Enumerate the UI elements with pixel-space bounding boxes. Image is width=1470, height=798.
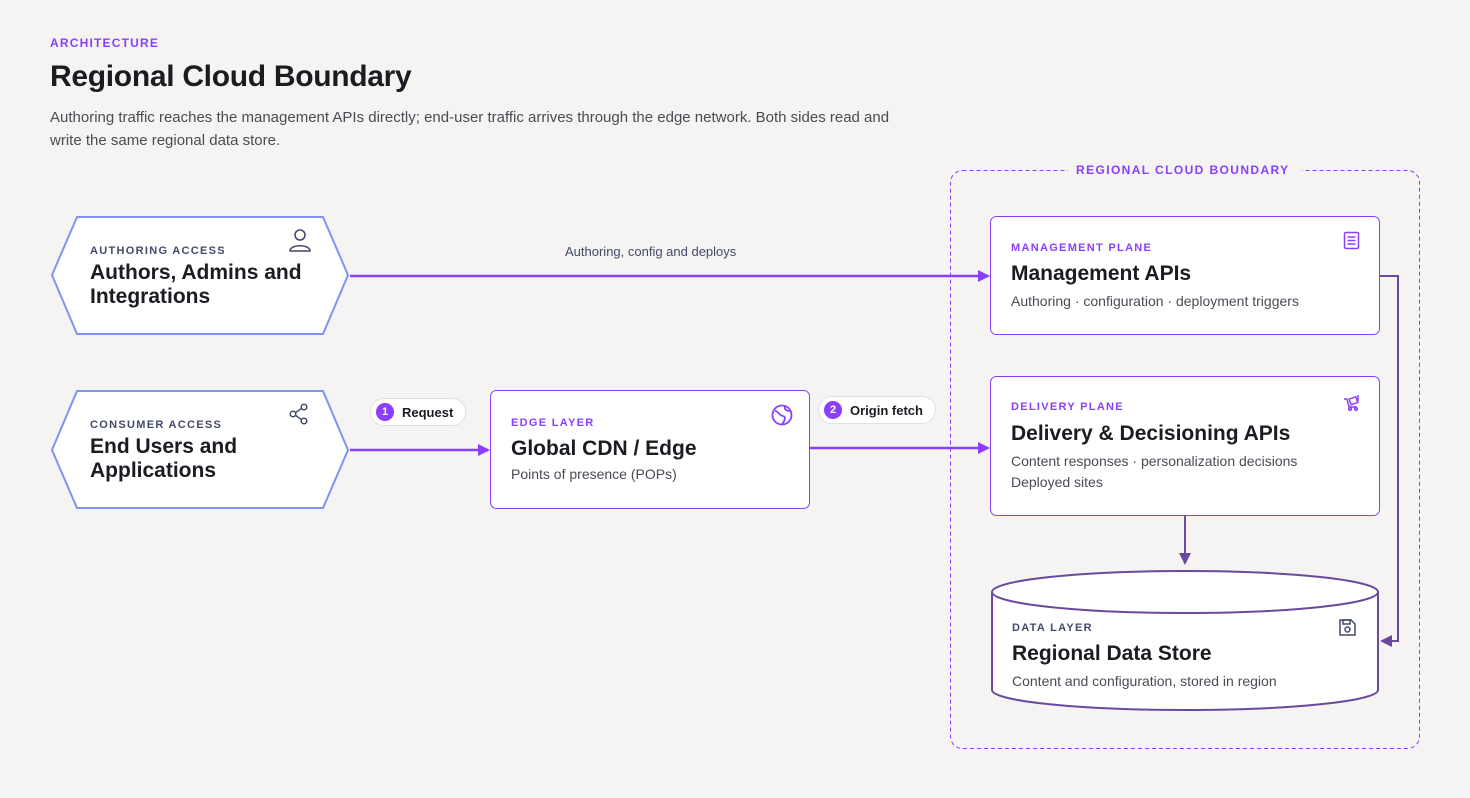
page-description: Authoring traffic reaches the management… [50,109,890,149]
authoring-edge-label: Authoring, config and deploys [565,244,737,259]
data-layer-label: DATA LAYER [1012,622,1093,634]
delivery-title: Delivery & Decisioning APIs [1011,422,1291,445]
authoring-title-line1: Authors, Admins and [90,261,302,284]
consumer-title-line2: Applications [90,459,217,482]
delivery-plane-label: DELIVERY PLANE [1011,401,1124,413]
consumer-access-label: CONSUMER ACCESS [90,419,223,431]
request-step-label: Request [402,404,454,420]
origin-fetch-step-number: 2 [824,401,842,419]
management-subtitle: Authoring · configuration · deployment t… [1011,293,1299,309]
request-step-pill: 1 Request [370,398,467,426]
edge-subtitle: Points of presence (POPs) [511,466,677,482]
authoring-access-label: AUTHORING ACCESS [90,245,226,257]
origin-fetch-step-label: Origin fetch [850,402,923,418]
origin-fetch-step-pill: 2 Origin fetch [818,396,936,424]
management-to-datastore-arrow [1380,275,1399,647]
delivery-node-shape[interactable] [990,376,1380,516]
management-title: Management APIs [1011,262,1192,285]
delivery-subtitle-line1: Content responses · personalization deci… [1011,453,1298,469]
authoring-title-line2: Integrations [90,285,211,308]
datastore-title: Regional Data Store [1012,642,1212,665]
delivery-subtitle-line2: Deployed sites [1011,474,1103,490]
boundary-label: REGIONAL CLOUD BOUNDARY [1076,163,1290,177]
consumer-title-line1: End Users and [90,435,238,458]
datastore-subtitle: Content and configuration, stored in reg… [1012,673,1277,689]
management-plane-label: MANAGEMENT PLANE [1011,242,1153,254]
edge-layer-label: EDGE LAYER [511,417,595,429]
edge-title: Global CDN / Edge [511,437,697,460]
page-eyebrow: ARCHITECTURE [50,36,160,50]
request-step-number: 1 [376,403,394,421]
page-title: Regional Cloud Boundary [50,60,412,93]
